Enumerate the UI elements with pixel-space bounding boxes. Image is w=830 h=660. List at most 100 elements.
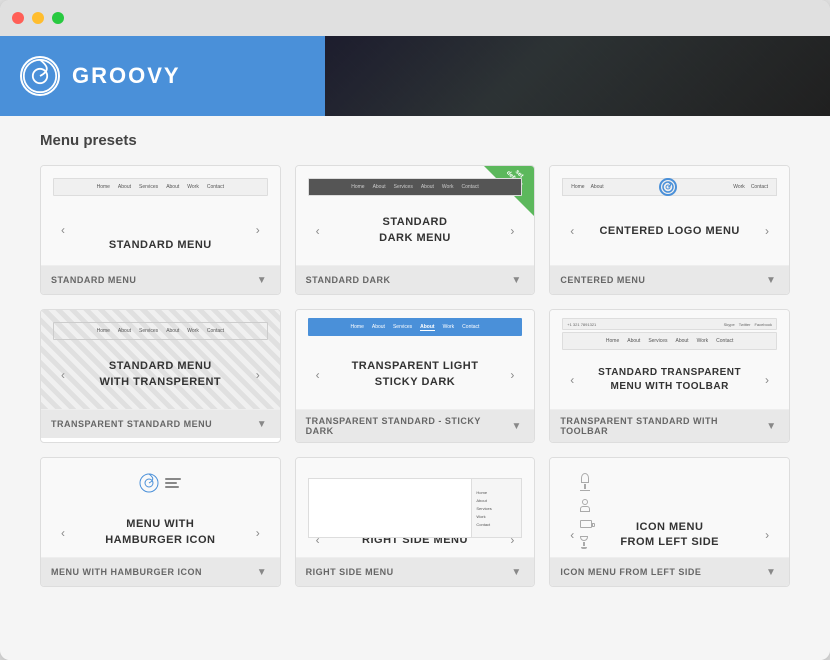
right-arrow: ›: [256, 368, 260, 382]
footer-label: STANDARD DARK: [306, 275, 391, 285]
left-arrow: ‹: [61, 223, 65, 237]
preset-card-transparent-sticky[interactable]: Home About Services About Work Contact ‹…: [295, 309, 536, 443]
dark-preview-label: STANDARDDARK MENU: [379, 215, 451, 246]
card-preview-sticky: Home About Services About Work Contact ‹…: [296, 310, 535, 410]
ham-line-1: [165, 478, 181, 480]
ham-line-2: [165, 482, 177, 484]
icon-item-4: [580, 536, 588, 549]
card-preview-hamburger: ‹ MENU WITHHAMBURGER ICON ›: [41, 458, 280, 558]
card-preview-toolbar: +1 321 7891321 Skype Twitter Facebook Ho…: [550, 310, 789, 410]
preset-card-centered-menu[interactable]: Home About Work: [549, 165, 790, 295]
left-arrow: ‹: [570, 373, 574, 387]
right-arrow: ›: [765, 373, 769, 387]
right-arrow: ›: [765, 224, 769, 238]
chevron-down-icon[interactable]: ▼: [254, 564, 270, 580]
card-preview-centered: Home About Work: [550, 166, 789, 266]
preset-card-standard-dark[interactable]: setdefault Home About Services About Wor…: [295, 165, 536, 295]
app-window: GROOVY Menu presets Home About Services …: [0, 0, 830, 660]
mini-nav-centered: Home About Work: [562, 178, 777, 196]
mini-nav-dark: Home About Services About Work Contact: [308, 178, 523, 196]
centered-card-arrows: ‹ CENTERED LOGO MENU ›: [562, 222, 777, 240]
left-arrow: ‹: [570, 224, 574, 238]
card-preview-transparent: Home About Services About Work Contact ‹…: [41, 310, 280, 410]
left-arrow: ‹: [316, 224, 320, 238]
chevron-down-icon[interactable]: ▼: [508, 564, 524, 580]
footer-label: TRANSPARENT STANDARD MENU: [51, 419, 212, 429]
left-arrow: ‹: [61, 368, 65, 382]
right-menu-preview: Home About Services Work Contact: [308, 478, 523, 538]
mini-toolbar: +1 321 7891321 Skype Twitter Facebook: [562, 318, 777, 330]
card-footer-sticky: TRANSPARENT STANDARD - STICKY DARK ▼: [296, 410, 535, 442]
chevron-down-icon[interactable]: ▼: [254, 416, 270, 432]
card-footer-dark: STANDARD DARK ▼: [296, 266, 535, 294]
maximize-button[interactable]: [52, 12, 64, 24]
chevron-down-icon[interactable]: ▼: [763, 272, 779, 288]
right-arrow: ›: [765, 528, 769, 542]
footer-label: MENU WITH HAMBURGER ICON: [51, 567, 202, 577]
icon-left-preview-label: ICON MENUFROM LEFT SIDE: [620, 520, 719, 551]
left-nav-items: Home About: [571, 184, 603, 190]
chevron-down-icon[interactable]: ▼: [509, 418, 525, 434]
titlebar: [0, 0, 830, 36]
dark-card-arrows: ‹ STANDARDDARK MENU ›: [308, 213, 523, 248]
preset-card-icon-left[interactable]: ‹ ICON MENUFROM LEFT SIDE › ICON MENU FR…: [549, 457, 790, 587]
icon-menu-preview: [580, 473, 610, 549]
left-arrow: ‹: [61, 526, 65, 540]
icon-item-3: [580, 520, 592, 528]
card-preview-icon-left: ‹ ICON MENUFROM LEFT SIDE ›: [550, 458, 789, 558]
preset-card-toolbar[interactable]: +1 321 7891321 Skype Twitter Facebook Ho…: [549, 309, 790, 443]
minimize-button[interactable]: [32, 12, 44, 24]
right-arrow: ›: [510, 224, 514, 238]
footer-label: RIGHT SIDE MENU: [306, 567, 394, 577]
card-footer-centered: CENTERED MENU ▼: [550, 266, 789, 294]
sticky-arrows: ‹ TRANSPARENT LIGHTSTICKY DARK ›: [308, 357, 523, 392]
presets-section: Menu presets Home About Services About W…: [0, 116, 830, 607]
mini-nav-standard: Home About Services About Work Contact: [53, 178, 268, 196]
right-menu-list: Home About Services Work Contact: [471, 479, 521, 537]
hamburger-lines: [165, 478, 181, 488]
card-footer-right-side: RIGHT SIDE MENU ▼: [296, 558, 535, 586]
right-arrow: ›: [510, 368, 514, 382]
transparent-arrows: ‹ STANDARD MENUWITH TRANSPERENT ›: [53, 357, 268, 392]
centered-preview-label: CENTERED LOGO MENU: [599, 225, 739, 237]
chevron-down-icon[interactable]: ▼: [763, 564, 779, 580]
presets-grid: Home About Services About Work Contact ‹…: [40, 165, 790, 587]
brand-name: GROOVY: [72, 63, 181, 89]
card-footer-standard: STANDARD MENU ▼: [41, 266, 280, 294]
preview-label: STANDARD MENU: [109, 238, 212, 253]
chevron-down-icon[interactable]: ▼: [763, 418, 779, 434]
right-menu-item-contact: Contact: [476, 522, 517, 527]
right-arrow: ›: [256, 526, 260, 540]
card-footer-icon-left: ICON MENU FROM LEFT SIDE ▼: [550, 558, 789, 586]
mini-nav-2-toolbar: Home About Services About Work Contact: [562, 332, 777, 350]
preset-card-transparent-standard[interactable]: Home About Services About Work Contact ‹…: [40, 309, 281, 443]
chevron-down-icon[interactable]: ▼: [254, 272, 270, 288]
main-content: GROOVY Menu presets Home About Services …: [0, 36, 830, 660]
hero-background: [325, 36, 830, 116]
hero-section: GROOVY: [0, 36, 830, 116]
right-menu-item-home: Home: [476, 490, 517, 495]
preset-card-standard-menu[interactable]: Home About Services About Work Contact ‹…: [40, 165, 281, 295]
right-nav-items: Work Contact: [733, 184, 768, 190]
right-menu-nav-area: [309, 479, 472, 537]
card-preview-right-side: Home About Services Work Contact ‹ RIGHT…: [296, 458, 535, 558]
preset-card-right-side[interactable]: Home About Services Work Contact ‹ RIGHT…: [295, 457, 536, 587]
close-button[interactable]: [12, 12, 24, 24]
right-arrow: ›: [256, 223, 260, 237]
footer-label: ICON MENU FROM LEFT SIDE: [560, 567, 701, 577]
preset-card-hamburger[interactable]: ‹ MENU WITHHAMBURGER ICON › MENU WITH HA…: [40, 457, 281, 587]
hamburger-preview-label: MENU WITHHAMBURGER ICON: [105, 517, 215, 548]
right-menu-item-about: About: [476, 498, 517, 503]
card-footer-toolbar: TRANSPARENT STANDARD WITH TOOLBAR ▼: [550, 410, 789, 442]
brand-bar: GROOVY: [0, 36, 325, 116]
card-footer-hamburger: MENU WITH HAMBURGER ICON ▼: [41, 558, 280, 586]
right-menu-item-work: Work: [476, 514, 517, 519]
chevron-down-icon[interactable]: ▼: [508, 272, 524, 288]
icon-item-2: [580, 499, 590, 512]
presets-title: Menu presets: [40, 132, 790, 149]
sticky-preview-label: TRANSPARENT LIGHTSTICKY DARK: [352, 359, 479, 390]
right-menu-item-services: Services: [476, 506, 517, 511]
icon-item-1: [580, 473, 590, 491]
ham-line-3: [165, 486, 179, 488]
footer-label: STANDARD MENU: [51, 275, 136, 285]
